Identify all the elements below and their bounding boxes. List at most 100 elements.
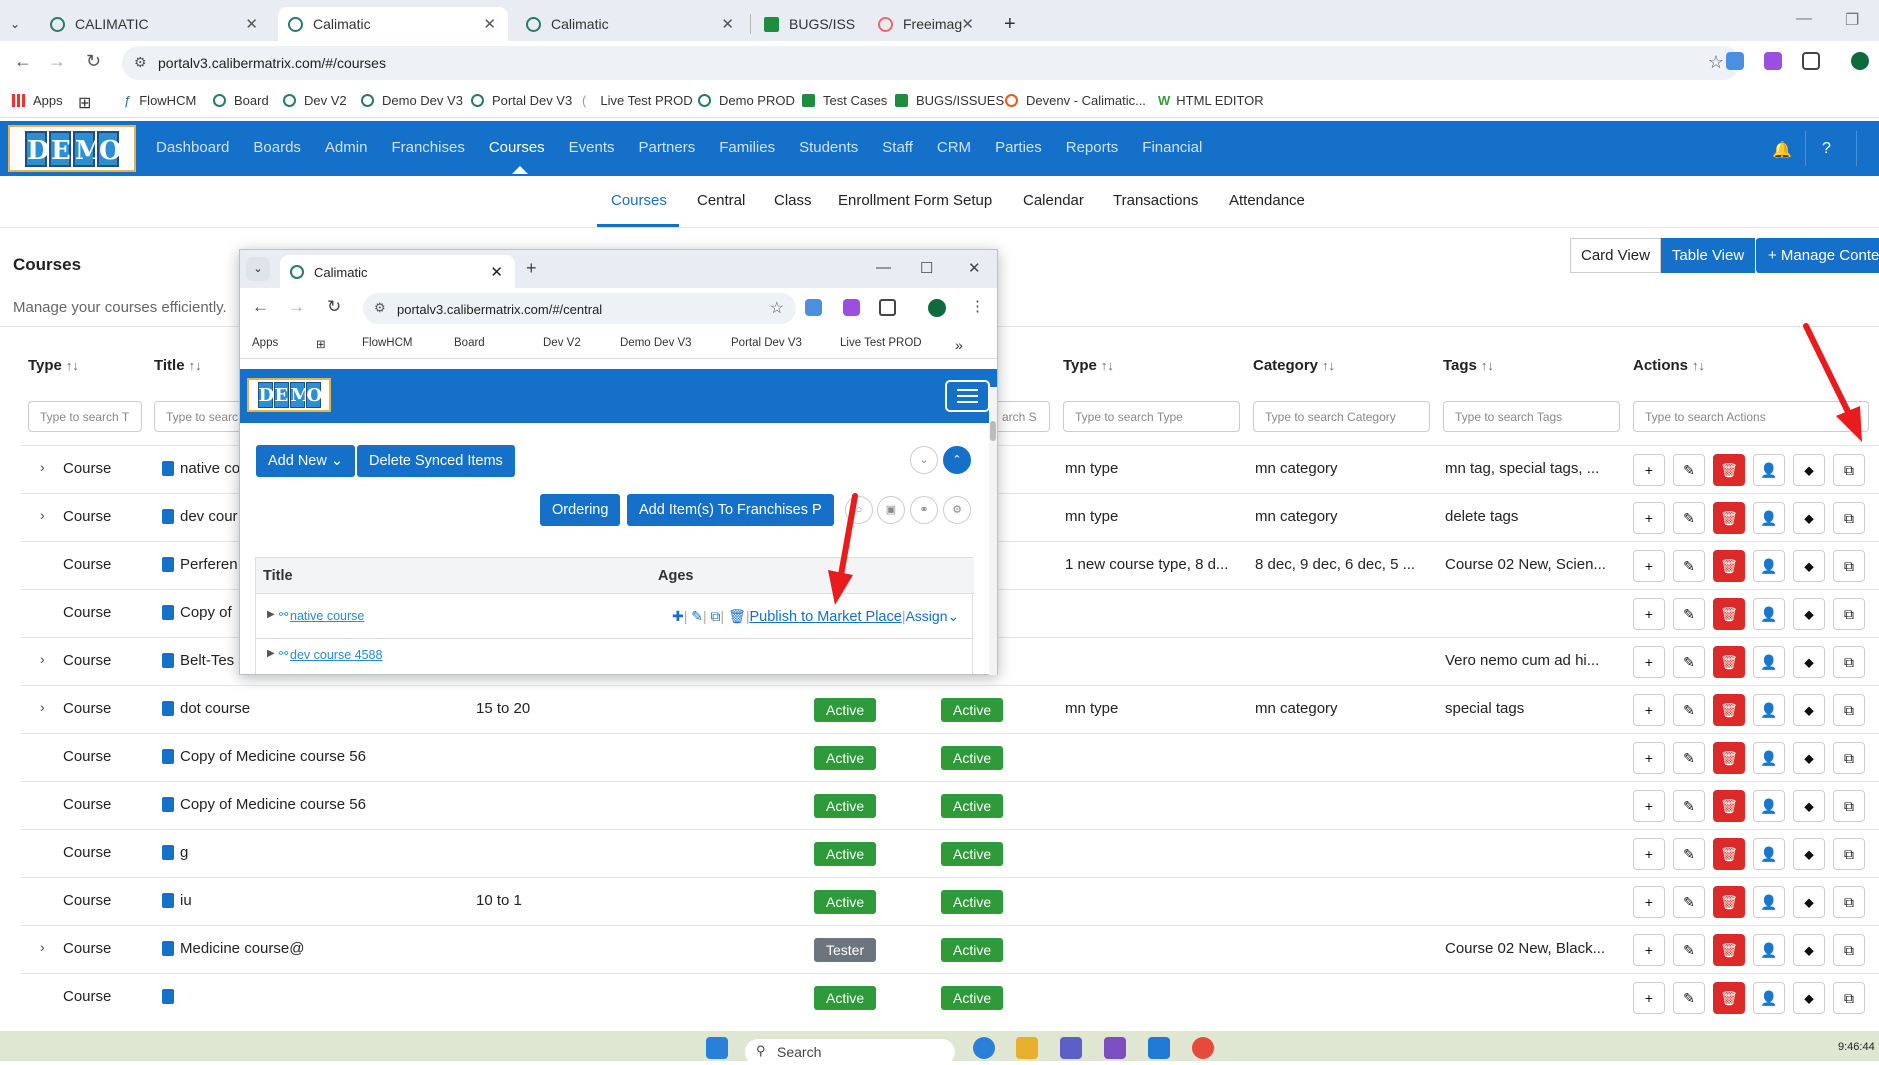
col-header-category[interactable]: Category ↑↓ xyxy=(1253,357,1335,374)
copy-icon[interactable]: ⧉ xyxy=(1833,550,1865,582)
plus-icon[interactable]: + xyxy=(1633,454,1665,486)
tag-icon[interactable]: ⬥ xyxy=(1793,790,1825,822)
add-items-to-franchises-button[interactable]: Add Item(s) To Franchises P xyxy=(627,494,834,526)
expand-row-icon[interactable]: › xyxy=(40,459,45,475)
back-icon[interactable]: ← xyxy=(14,51,32,72)
assign-user-icon[interactable]: 👤 xyxy=(1753,838,1785,870)
subnav-attendance[interactable]: Attendance xyxy=(1229,192,1305,209)
expand-row-icon[interactable]: › xyxy=(40,699,45,715)
browser-tab[interactable]: Calimatic ✕ xyxy=(516,7,746,41)
copy-icon[interactable]: ⧉ xyxy=(1833,646,1865,678)
close-tab-icon[interactable]: ✕ xyxy=(245,15,258,33)
row-title[interactable]: g xyxy=(180,844,188,861)
delete-icon[interactable]: 🗑 xyxy=(1713,550,1745,582)
subnav-central[interactable]: Central xyxy=(697,192,745,209)
close-tab-icon[interactable]: ✕ xyxy=(721,15,734,33)
nav-dashboard[interactable]: Dashboard xyxy=(156,139,229,156)
col-header-course-type[interactable]: Type ↑↓ xyxy=(1063,357,1114,374)
copy-icon[interactable]: ⧉ xyxy=(1833,886,1865,918)
bookmark-html-editor[interactable]: W HTML EDITOR xyxy=(1158,93,1264,108)
browser-tab[interactable]: BUGS/ISS xyxy=(754,7,874,41)
close-tab-icon[interactable]: ✕ xyxy=(490,263,503,281)
bookmark-dev-v2[interactable]: Dev V2 xyxy=(543,337,581,349)
nav-staff[interactable]: Staff xyxy=(882,139,913,156)
nav-students[interactable]: Students xyxy=(799,139,858,156)
copy-icon[interactable]: ⧉ xyxy=(711,608,721,624)
extension-icon[interactable] xyxy=(805,299,822,316)
maximize-icon[interactable]: ❐ xyxy=(1845,10,1859,30)
nav-reports[interactable]: Reports xyxy=(1066,139,1119,156)
tag-icon[interactable]: ⬥ xyxy=(1793,934,1825,966)
table-view-button[interactable]: Table View xyxy=(1660,238,1756,273)
filter-central-input[interactable]: arch S xyxy=(990,401,1050,432)
sort-icon[interactable]: ↑↓ xyxy=(1322,358,1335,373)
bookmark-flowhcm[interactable]: FlowHCM xyxy=(362,337,412,349)
new-tab-button[interactable]: + xyxy=(526,258,537,279)
expand-row-icon[interactable]: › xyxy=(40,651,45,667)
plus-icon[interactable]: + xyxy=(1633,982,1665,1014)
assign-user-icon[interactable]: 👤 xyxy=(1753,454,1785,486)
delete-icon[interactable]: 🗑 xyxy=(1713,886,1745,918)
assign-user-icon[interactable]: 👤 xyxy=(1753,742,1785,774)
edge-icon[interactable] xyxy=(973,1037,995,1059)
bookmark-board[interactable]: Board xyxy=(454,337,485,349)
nav-courses[interactable]: Courses xyxy=(489,139,545,156)
copy-icon[interactable]: ⧉ xyxy=(1833,598,1865,630)
expand-row-icon[interactable]: › xyxy=(40,939,45,955)
copy-icon[interactable]: ⧉ xyxy=(1833,790,1865,822)
file-explorer-icon[interactable] xyxy=(1016,1037,1038,1059)
filter-actions-input[interactable]: Type to search Actions xyxy=(1633,401,1869,432)
forward-icon[interactable]: → xyxy=(288,297,305,317)
collapse-down-icon[interactable]: ⌄ xyxy=(910,446,938,474)
reload-icon[interactable]: ↻ xyxy=(327,297,341,317)
publish-to-market-place-link[interactable]: Publish to Market Place xyxy=(749,609,901,625)
bookmark-star-icon[interactable]: ☆ xyxy=(1708,52,1724,73)
tag-icon[interactable]: ⬥ xyxy=(1793,454,1825,486)
copy-icon[interactable]: ⧉ xyxy=(1833,982,1865,1014)
col-header-title[interactable]: Title ↑↓ xyxy=(154,357,202,374)
assign-user-icon[interactable]: 👤 xyxy=(1753,886,1785,918)
tag-icon[interactable]: ⬥ xyxy=(1793,502,1825,534)
expand-row-icon[interactable]: ▶ xyxy=(267,648,275,659)
browser-tab-active[interactable]: Calimatic ✕ xyxy=(278,7,508,41)
bookmark-bugs-issues[interactable]: BUGS/ISSUES xyxy=(895,93,1004,108)
bookmark-apps[interactable]: Apps xyxy=(12,93,63,108)
hamburger-menu-icon[interactable] xyxy=(945,380,990,412)
delete-icon[interactable]: 🗑 xyxy=(728,608,746,624)
browser-tab[interactable]: CALIMATIC ✕ xyxy=(40,7,270,41)
row-title[interactable]: dot course xyxy=(180,700,250,717)
delete-icon[interactable]: 🗑 xyxy=(1713,838,1745,870)
bookmark-grid-icon[interactable]: ⊞ xyxy=(316,337,326,351)
assign-dropdown[interactable]: Assign⌄ xyxy=(905,608,959,624)
bookmark-live-test-prod[interactable]: (Live Test PROD xyxy=(582,93,693,108)
close-tab-icon[interactable]: ✕ xyxy=(961,15,974,33)
subnav-class[interactable]: Class xyxy=(774,192,812,209)
central-table-row[interactable]: ▶ ⚯ native course ✚| ✎| ⧉| 🗑|Publish to … xyxy=(256,594,974,639)
plus-icon[interactable]: + xyxy=(1633,550,1665,582)
extensions-puzzle-icon[interactable] xyxy=(1802,52,1820,70)
plus-icon[interactable]: + xyxy=(1633,838,1665,870)
copy-icon[interactable]: ⧉ xyxy=(1833,934,1865,966)
col-header-actions[interactable]: Actions ↑↓ xyxy=(1633,357,1705,374)
ordering-button[interactable]: Ordering xyxy=(540,494,621,526)
subnav-enrollment-form-setup[interactable]: Enrollment Form Setup xyxy=(838,192,992,209)
assign-user-icon[interactable]: 👤 xyxy=(1753,694,1785,726)
popup-tab-list-button[interactable]: ⌄ xyxy=(246,257,270,281)
edit-icon[interactable]: ✎ xyxy=(1673,742,1705,774)
site-info-icon[interactable]: ⚙ xyxy=(134,54,147,71)
expand-up-icon[interactable]: ⌃ xyxy=(943,446,971,474)
col-header-tags[interactable]: Tags ↑↓ xyxy=(1443,357,1494,374)
row-title[interactable]: native co xyxy=(180,460,240,477)
help-icon[interactable]: ? xyxy=(1822,140,1831,158)
edit-icon[interactable]: ✎ xyxy=(691,608,703,624)
assign-user-icon[interactable]: 👤 xyxy=(1753,598,1785,630)
visual-studio-icon[interactable] xyxy=(1104,1037,1126,1059)
sort-icon[interactable]: ↑↓ xyxy=(1481,358,1494,373)
filter-category-input[interactable]: Type to search Category xyxy=(1253,401,1430,432)
demo-logo[interactable]: DEMO xyxy=(8,125,136,172)
edit-icon[interactable]: ✎ xyxy=(1673,598,1705,630)
popup-scrollbar[interactable] xyxy=(989,387,997,675)
edit-icon[interactable]: ✎ xyxy=(1673,790,1705,822)
delete-icon[interactable]: 🗑 xyxy=(1713,790,1745,822)
browser-tab[interactable]: Freeimag ✕ xyxy=(868,7,980,41)
